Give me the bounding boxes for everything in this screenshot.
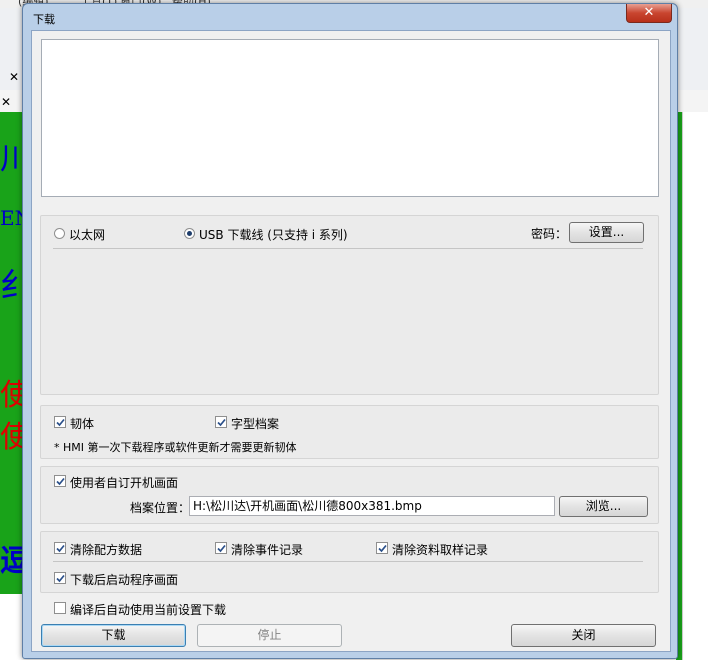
- bg-preview-glyph: EN: [0, 206, 22, 230]
- firmware-label[interactable]: 韧体: [70, 415, 94, 432]
- clear-sampling-label[interactable]: 清除资料取样记录: [392, 541, 488, 558]
- bg-preview-glyph: 川: [0, 142, 22, 177]
- bg-tab-close-icon[interactable]: ✕: [1, 95, 11, 109]
- clear-event-checkbox[interactable]: [215, 542, 227, 554]
- bg-preview-glyph: 纟: [0, 266, 22, 306]
- connection-group: 以太网 USB 下载线 (只支持 i 系列) 密码： 设置...: [40, 215, 659, 395]
- check-icon: [56, 418, 65, 427]
- ethernet-label[interactable]: 以太网: [69, 226, 105, 243]
- close-icon: ✕: [643, 5, 655, 20]
- clear-recipe-label[interactable]: 清除配方数据: [70, 541, 142, 558]
- file-path-input[interactable]: H:\松川达\开机画面\松川德800x381.bmp: [189, 496, 555, 516]
- password-settings-button[interactable]: 设置...: [569, 222, 644, 243]
- bg-preview-glyph: 使: [0, 378, 22, 413]
- usb-label[interactable]: USB 下载线 (只支持 i 系列): [199, 226, 348, 243]
- browse-button[interactable]: 浏览...: [559, 496, 648, 517]
- connection-separator: [53, 248, 643, 249]
- check-icon: [56, 544, 65, 553]
- dialog-title: 下载: [33, 13, 55, 26]
- custom-screen-label[interactable]: 使用者自订开机画面: [70, 474, 178, 491]
- check-icon: [56, 477, 65, 486]
- start-screen-checkbox[interactable]: [54, 572, 66, 584]
- usb-radio[interactable]: [184, 228, 195, 239]
- clear-event-label[interactable]: 清除事件记录: [231, 541, 303, 558]
- check-icon: [217, 544, 226, 553]
- download-log-listbox[interactable]: [41, 39, 659, 197]
- check-icon: [378, 544, 387, 553]
- start-screen-label[interactable]: 下载后启动程序画面: [70, 571, 178, 588]
- password-label: 密码：: [531, 227, 568, 241]
- firmware-group: 韧体 字型档案 * HMI 第一次下载程序或软件更新才需要更新韧体: [40, 405, 659, 459]
- clear-separator: [53, 561, 643, 562]
- custom-screen-checkbox[interactable]: [54, 475, 66, 487]
- check-icon: [217, 418, 226, 427]
- font-file-checkbox[interactable]: [215, 416, 227, 428]
- bg-close-icon[interactable]: ✕: [9, 70, 19, 84]
- clear-sampling-checkbox[interactable]: [376, 542, 388, 554]
- stop-button[interactable]: 停止: [197, 624, 342, 647]
- clear-options-group: 清除配方数据 清除事件记录 清除资料取样记录 下载后启动程序画面: [40, 531, 659, 593]
- dialog-client-area: 以太网 USB 下载线 (只支持 i 系列) 密码： 设置... 韧体 字型档案…: [31, 30, 671, 652]
- ethernet-radio[interactable]: [54, 228, 65, 239]
- firmware-checkbox[interactable]: [54, 416, 66, 428]
- dialog-close-button[interactable]: ✕: [626, 4, 672, 23]
- bg-preview-glyph: 使: [0, 420, 22, 455]
- bg-preview-glyph: 逗: [0, 544, 22, 579]
- background-right-panel: [682, 112, 708, 660]
- startup-screen-group: 使用者自订开机画面 档案位置： H:\松川达\开机画面\松川德800x381.b…: [40, 466, 659, 524]
- dialog-titlebar[interactable]: 下载 ✕: [23, 4, 677, 30]
- clear-recipe-checkbox[interactable]: [54, 542, 66, 554]
- check-icon: [56, 574, 65, 583]
- auto-download-label[interactable]: 编译后自动使用当前设置下载: [70, 601, 226, 618]
- download-dialog: 下载 ✕ 以太网 USB 下载线 (只支持 i 系列) 密码： 设置... 韧体…: [22, 3, 678, 659]
- file-location-label: 档案位置：: [130, 501, 191, 515]
- font-file-label[interactable]: 字型档案: [231, 415, 279, 432]
- background-screen-preview: 川 EN 纟 使 使 逗: [0, 112, 22, 594]
- close-button[interactable]: 关闭: [511, 624, 656, 647]
- download-button[interactable]: 下载: [41, 624, 186, 647]
- auto-download-checkbox[interactable]: [54, 602, 66, 614]
- firmware-note: * HMI 第一次下载程序或软件更新才需要更新韧体: [54, 441, 297, 454]
